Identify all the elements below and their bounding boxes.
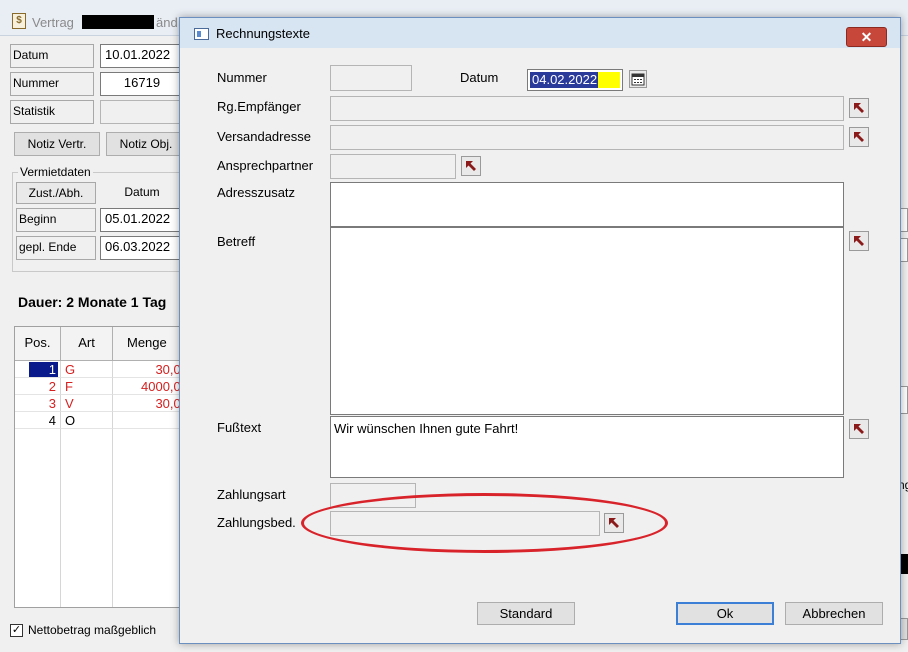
datum-column-header: Datum <box>124 185 160 199</box>
table-row-menge[interactable]: 4000,00 <box>113 378 183 395</box>
positions-table[interactable]: Pos. Art Menge 1 G 30,00 2 F 4000,00 3 V… <box>14 326 184 608</box>
table-header-pos[interactable]: Pos. <box>15 327 61 361</box>
datum-field[interactable]: 10.01.2022 <box>100 44 184 68</box>
table-row-pos[interactable]: 1 <box>15 361 61 378</box>
datum-label: Datum <box>460 70 499 85</box>
betreff-textarea[interactable] <box>330 227 844 415</box>
datum-field-highlight <box>598 72 620 88</box>
nettobetrag-label: Nettobetrag maßgeblich <box>28 623 157 637</box>
vermietdaten-group-label: Vermietdaten <box>18 165 93 179</box>
table-row-art[interactable]: G <box>61 361 113 378</box>
nummer-label: Nummer <box>10 72 94 96</box>
highlight-ellipse-annotation <box>301 493 668 553</box>
dauer-text: Dauer: 2 Monate 1 Tag <box>18 294 167 310</box>
table-row-pos[interactable]: 4 <box>15 412 61 429</box>
versandadresse-field[interactable] <box>330 125 844 150</box>
ok-button[interactable]: Ok <box>676 602 774 625</box>
table-empty-area <box>15 429 61 607</box>
beginn-field[interactable]: 05.01.2022 <box>100 208 184 232</box>
rg-empfaenger-field[interactable] <box>330 96 844 121</box>
background-window-title-end: änd <box>156 15 178 30</box>
zust-abh-header[interactable]: Zust./Abh. <box>16 182 96 204</box>
gepl-ende-field[interactable]: 06.03.2022 <box>100 236 184 260</box>
adresszusatz-textarea[interactable] <box>330 182 844 227</box>
betreff-label: Betreff <box>217 234 256 249</box>
window-icon <box>194 28 209 40</box>
table-empty-area <box>61 429 113 607</box>
datum-field[interactable]: 04.02.2022 <box>527 69 623 91</box>
datum-label: Datum <box>10 44 94 68</box>
datum-field-selection: 04.02.2022 <box>530 72 600 88</box>
table-row-art[interactable]: F <box>61 378 113 395</box>
nummer-label: Nummer <box>217 70 267 85</box>
calendar-icon[interactable] <box>629 70 647 88</box>
beginn-label: Beginn <box>16 208 96 232</box>
table-header-menge[interactable]: Menge <box>113 327 183 361</box>
table-row-art[interactable]: O <box>61 412 113 429</box>
redaction-bar <box>82 15 154 29</box>
background-window-title: Vertrag <box>32 15 74 30</box>
table-row-menge[interactable]: 0 <box>113 412 183 429</box>
arrow-up-left-icon[interactable] <box>849 419 869 439</box>
rg-empfaenger-label: Rg.Empfänger <box>217 99 301 114</box>
nummer-field[interactable]: 16719 <box>100 72 184 96</box>
nettobetrag-checkbox[interactable]: ✓ <box>10 624 23 637</box>
abbrechen-button[interactable]: Abbrechen <box>785 602 883 625</box>
statistik-field[interactable] <box>100 100 184 124</box>
arrow-up-left-icon[interactable] <box>849 231 869 251</box>
table-row-pos[interactable]: 3 <box>15 395 61 412</box>
arrow-up-left-icon[interactable] <box>461 156 481 176</box>
notiz-vertr-button[interactable]: Notiz Vertr. <box>14 132 100 156</box>
nummer-field[interactable] <box>330 65 412 91</box>
fusstext-textarea[interactable]: Wir wünschen Ihnen gute Fahrt! <box>330 416 844 478</box>
table-row-menge[interactable]: 30,00 <box>113 361 183 378</box>
adresszusatz-label: Adresszusatz <box>217 185 296 200</box>
ansprechpartner-label: Ansprechpartner <box>217 158 314 173</box>
zahlungsart-label: Zahlungsart <box>217 487 286 502</box>
notiz-obj-button[interactable]: Notiz Obj. <box>106 132 186 156</box>
zahlungsbed-label: Zahlungsbed. <box>217 515 296 530</box>
window-icon: $ <box>12 13 26 29</box>
ansprechpartner-field[interactable] <box>330 154 456 179</box>
arrow-up-left-icon[interactable] <box>849 98 869 118</box>
table-header-art[interactable]: Art <box>61 327 113 361</box>
table-row-menge[interactable]: 30,00 <box>113 395 183 412</box>
dialog-titlebar: Rechnungstexte ✕ <box>180 18 900 48</box>
versandadresse-label: Versandadresse <box>217 129 311 144</box>
table-row-art[interactable]: V <box>61 395 113 412</box>
arrow-up-left-icon[interactable] <box>849 127 869 147</box>
gepl-ende-label: gepl. Ende <box>16 236 96 260</box>
close-icon[interactable]: ✕ <box>846 27 887 47</box>
dialog-title: Rechnungstexte <box>216 26 310 41</box>
fusstext-label: Fußtext <box>217 420 262 435</box>
table-row-pos[interactable]: 2 <box>15 378 61 395</box>
standard-button[interactable]: Standard <box>477 602 575 625</box>
statistik-label: Statistik <box>10 100 94 124</box>
